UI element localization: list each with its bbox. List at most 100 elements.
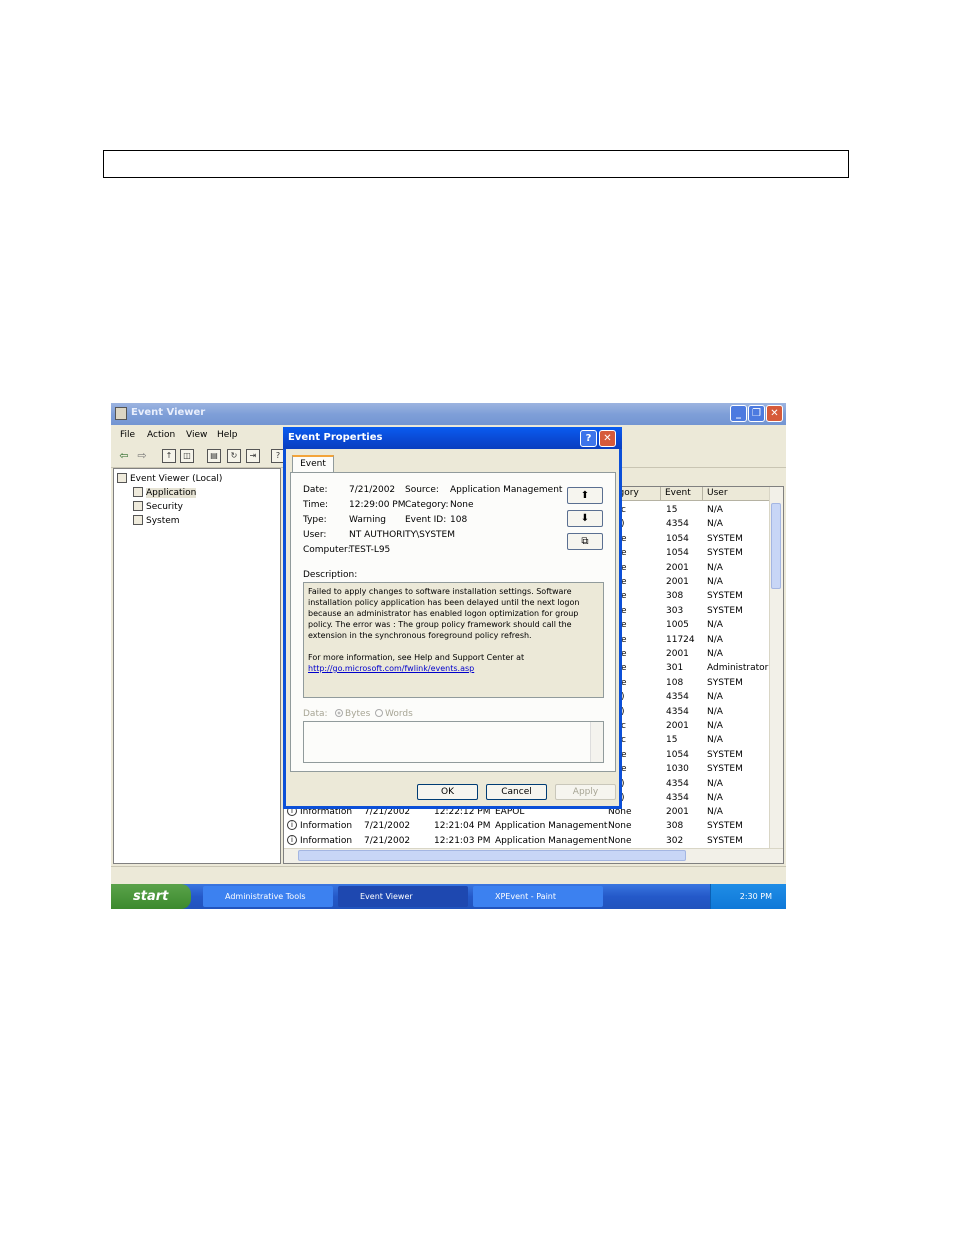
properties-icon[interactable]: ▤ [207,449,221,463]
cell-event: 2001 [666,721,689,731]
cell-user: N/A [707,721,723,731]
cancel-button[interactable]: Cancel [486,784,547,800]
words-radio[interactable]: Words [373,709,413,719]
menu-view[interactable]: View [186,430,207,440]
screenshot: Event Viewer _ ❐ ✕ File Action View Help… [111,403,786,909]
cell-event: 108 [666,677,684,688]
cell-user: N/A [707,735,723,746]
log-icon [133,487,143,497]
computer-label: Computer: [303,545,351,555]
cell-event: 1054 [666,749,689,760]
tab-event[interactable]: Event [292,455,334,473]
cell-source: Application Management [495,821,608,832]
cell-user: N/A [707,505,723,515]
data-box[interactable] [303,721,604,763]
cell-event: 2001 [666,562,689,573]
window-title: Event Viewer [131,407,206,418]
description-help-text: For more information, see Help and Suppo… [308,653,525,662]
dialog-help-button[interactable]: ? [580,430,597,447]
horizontal-scrollbar[interactable] [284,848,783,863]
previous-event-button[interactable]: ⬆ [567,487,603,504]
cell-event: 4354 [666,692,689,703]
cell-user: N/A [707,778,723,789]
cell-user: N/A [707,706,723,717]
cell-time: 12:21:04 PM [434,821,491,832]
data-label: Data: [303,709,328,719]
cell-type: Information [300,821,353,832]
show-tree-icon[interactable]: ◫ [180,449,194,463]
tree-item-system[interactable]: System [133,515,180,526]
task-administrative-tools[interactable]: Administrative Tools [203,886,333,907]
eventid-value: 108 [450,515,468,525]
description-text: Failed to apply changes to software inst… [308,587,580,640]
tree-item-application[interactable]: Application [133,487,197,498]
menu-action[interactable]: Action [147,430,175,440]
cell-event: 2001 [666,577,689,587]
copy-button[interactable]: ⧉ [567,533,603,550]
column-event[interactable]: Event [661,487,703,501]
up-folder-icon[interactable]: ↑ [162,449,176,463]
refresh-icon[interactable]: ↻ [227,449,241,463]
apply-button[interactable]: Apply [555,784,616,800]
cell-user: N/A [707,562,723,573]
cell-event: 302 [666,835,684,846]
back-arrow-icon[interactable]: ⇦ [117,449,131,463]
category-value: None [450,500,474,510]
menu-help[interactable]: Help [217,430,238,440]
column-user[interactable]: User [703,487,771,501]
cell-user: N/A [707,634,723,645]
cell-category: None [608,821,632,832]
information-icon: i [287,820,297,831]
export-icon[interactable]: ⇥ [246,449,260,463]
cell-event: 1054 [666,533,689,544]
cell-user: N/A [707,807,723,817]
cell-category: None [608,835,632,846]
description-box[interactable]: Failed to apply changes to software inst… [303,582,604,698]
help-link[interactable]: http://go.microsoft.com/fwlink/events.as… [308,664,474,673]
dialog-title[interactable]: Event Properties [283,427,622,449]
user-value: NT AUTHORITY\SYSTEM [349,530,455,540]
menu-file[interactable]: File [120,430,135,440]
cell-time: 12:21:03 PM [434,835,491,846]
cell-event: 303 [666,605,684,616]
cell-event: 4354 [666,519,689,530]
copy-icon: ⧉ [581,536,589,547]
information-icon: i [287,834,297,845]
vertical-scrollbar[interactable] [769,487,783,849]
cell-event: 4354 [666,778,689,789]
type-label: Type: [303,515,327,525]
cell-event: 15 [666,735,678,746]
source-value: Application Management [450,485,563,495]
cell-user: N/A [707,692,723,703]
start-button[interactable]: start [111,884,191,909]
tree-item-security[interactable]: Security [133,501,183,512]
cell-user: SYSTEM [707,835,743,846]
minimize-button[interactable]: _ [730,405,747,422]
cell-user: N/A [707,649,723,659]
task-xpevent-paint[interactable]: XPEvent - Paint [473,886,603,907]
title-bar[interactable]: Event Viewer _ ❐ ✕ [111,403,786,425]
ok-button[interactable]: OK [417,784,478,800]
cell-type: Information [300,835,353,846]
forward-arrow-icon[interactable]: ⇨ [135,449,149,463]
data-scrollbar[interactable] [590,722,603,762]
bytes-radio[interactable]: Bytes [333,709,370,719]
scroll-thumb[interactable] [771,503,781,589]
restore-button[interactable]: ❐ [748,405,765,422]
cell-date: 7/21/2002 [364,835,411,846]
source-label: Source: [405,485,439,495]
cell-event: 4354 [666,793,689,803]
next-event-button[interactable]: ⬇ [567,510,603,527]
event-viewer-icon [115,407,127,420]
dialog-close-button[interactable]: ✕ [599,430,616,447]
cell-user: N/A [707,620,723,631]
cell-user: SYSTEM [707,677,743,688]
system-tray-clock[interactable]: 2:30 PM [710,884,786,909]
close-button[interactable]: ✕ [766,405,783,422]
tree-root[interactable]: Event Viewer (Local) [117,473,222,484]
cell-event: 2001 [666,807,689,817]
cell-user: SYSTEM [707,821,743,832]
hscroll-thumb[interactable] [298,850,686,861]
task-event-viewer[interactable]: Event Viewer [338,886,468,907]
time-value: 12:29:00 PM [349,500,406,510]
